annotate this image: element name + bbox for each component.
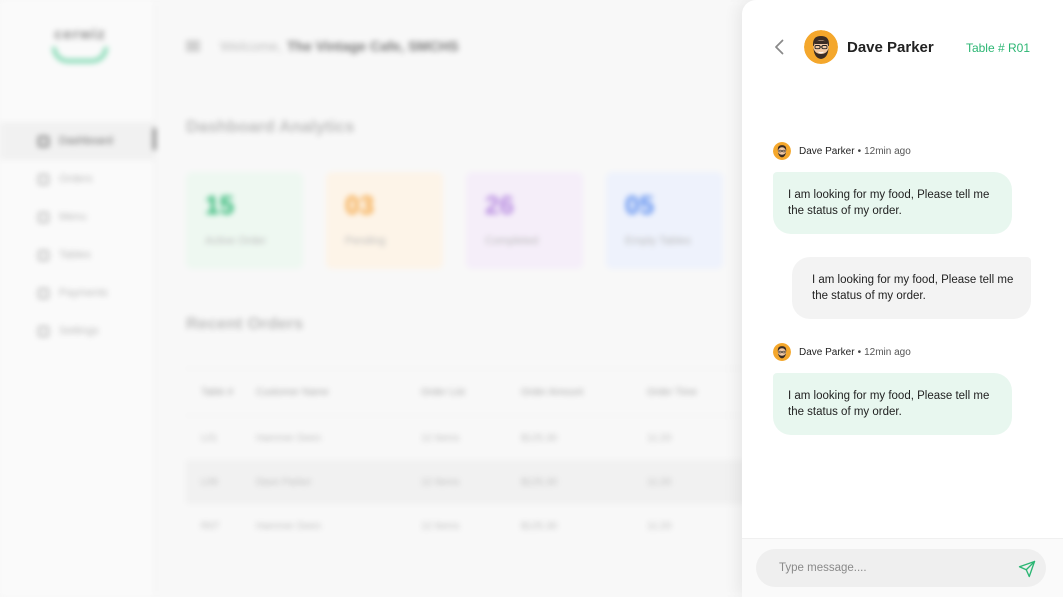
tables-icon [38,249,49,261]
message-meta: Dave Parker • 12min ago [773,343,911,361]
stat-card-completed[interactable]: 26 Completed [466,172,583,269]
user-avatar-icon [773,343,791,361]
outgoing-message: I am looking for my food, Please tell me… [792,257,1031,319]
contact-name: Dave Parker [847,39,934,56]
venue-name: The Vintage Cafe, SMCHS [286,38,459,54]
message-composer [742,538,1063,597]
avatar [773,343,791,361]
message-time: 12min ago [864,145,911,157]
stat-value: 05 [625,190,654,220]
incoming-message: I am looking for my food, Please tell me… [773,172,1012,234]
stat-label: Completed [485,235,539,247]
welcome-text: Welcome, [220,38,282,54]
table-cell: 12 Items [421,520,460,532]
table-cell: Hammer Deen [256,432,322,444]
sender-name: Dave Parker [799,346,855,358]
sidebar-item-label: Orders [59,173,93,185]
stat-cards: 15 Active Order 03 Pending 26 Completed … [186,172,723,269]
table-header: Table # Customer Name Order List Order A… [186,368,746,416]
stat-card-empty-tables[interactable]: 05 Empty Tables [606,172,723,269]
page-header: Welcome, The Vintage Cafe, SMCHS [186,38,459,54]
sidebar-item-payments[interactable]: Payments [0,274,156,312]
message-meta: Dave Parker • 12min ago [773,142,911,160]
stat-value: 03 [345,190,374,220]
user-avatar-icon [804,30,838,64]
table-cell: R07 [201,520,220,532]
send-button[interactable] [1017,559,1037,579]
sidebar-item-orders[interactable]: Orders [0,160,156,198]
dashboard-icon [38,135,49,147]
sidebar-item-label: Menu [59,211,87,223]
table-row[interactable]: L01 Hammer Deen 12 Items $125.30 11:20 [186,416,746,460]
table-cell: 11:20 [647,520,672,532]
sidebar: cerwiz Dashboard Orders Menu Tables Paym… [0,0,156,597]
logo-text: cerwiz [54,26,106,43]
analytics-title: Dashboard Analytics [186,117,355,136]
column-header: Customer Name [256,386,329,398]
stat-label: Active Order [205,235,267,247]
chat-header: Dave Parker Table # R01 [742,0,1063,95]
chevron-left-icon [775,39,784,55]
sidebar-nav: Dashboard Orders Menu Tables Payments Se… [0,122,156,350]
logo: cerwiz [50,26,110,63]
table-cell: 12 Items [421,432,460,444]
settings-icon [38,325,49,337]
message-time: 12min ago [864,346,911,358]
table-cell: 12 Items [421,476,460,488]
stat-value: 26 [485,190,514,220]
avatar [804,30,838,64]
separator-dot: • [857,346,862,358]
table-number-label: Table # R01 [965,41,1030,55]
sidebar-item-label: Payments [59,287,108,299]
table-cell: Dave Parker [256,476,312,488]
column-header: Table # [201,386,234,398]
incoming-message: I am looking for my food, Please tell me… [773,373,1012,435]
sidebar-item-label: Dashboard [59,135,113,147]
message-input[interactable] [756,549,1046,587]
sidebar-item-menu[interactable]: Menu [0,198,156,236]
sidebar-item-settings[interactable]: Settings [0,312,156,350]
table-cell: L01 [201,432,218,444]
logo-mustache-icon [52,47,108,63]
back-button[interactable] [768,36,790,58]
separator-dot: • [857,145,862,157]
menu-icon [38,211,49,223]
recent-orders-table: Table # Customer Name Order List Order A… [186,368,746,548]
sidebar-item-dashboard[interactable]: Dashboard [0,122,156,160]
table-cell: 11:20 [647,476,672,488]
recent-orders-title: Recent Orders [186,314,304,333]
table-cell: $125.30 [521,520,558,532]
column-header: Order Amount [521,386,584,398]
column-header: Order List [421,386,465,398]
stat-label: Pending [345,235,386,247]
stat-value: 15 [205,190,234,220]
orders-icon [38,173,49,185]
table-cell: Hammer Deen [256,520,322,532]
send-icon [1018,560,1036,578]
avatar [773,142,791,160]
hamburger-icon[interactable] [186,41,200,51]
payments-icon [38,287,49,299]
table-row[interactable]: L09 Dave Parker 12 Items $125.30 11:20 [186,460,746,504]
sender-name: Dave Parker [799,145,855,157]
table-cell: L09 [201,476,218,488]
column-header: Order Time [647,386,698,398]
sidebar-item-label: Tables [59,249,91,261]
user-avatar-icon [773,142,791,160]
app-root: cerwiz Dashboard Orders Menu Tables Paym… [0,0,1063,597]
table-cell: 11:20 [647,432,672,444]
table-row[interactable]: R07 Hammer Deen 12 Items $125.30 11:20 [186,504,746,548]
sidebar-item-tables[interactable]: Tables [0,236,156,274]
table-cell: $125.30 [521,476,558,488]
sidebar-item-label: Settings [59,325,99,337]
stat-card-pending[interactable]: 03 Pending [326,172,443,269]
table-cell: $125.30 [521,432,558,444]
stat-card-active[interactable]: 15 Active Order [186,172,303,269]
chat-panel: Dave Parker Table # R01 Dave Parker • 12… [742,0,1063,597]
stat-label: Empty Tables [625,235,691,247]
